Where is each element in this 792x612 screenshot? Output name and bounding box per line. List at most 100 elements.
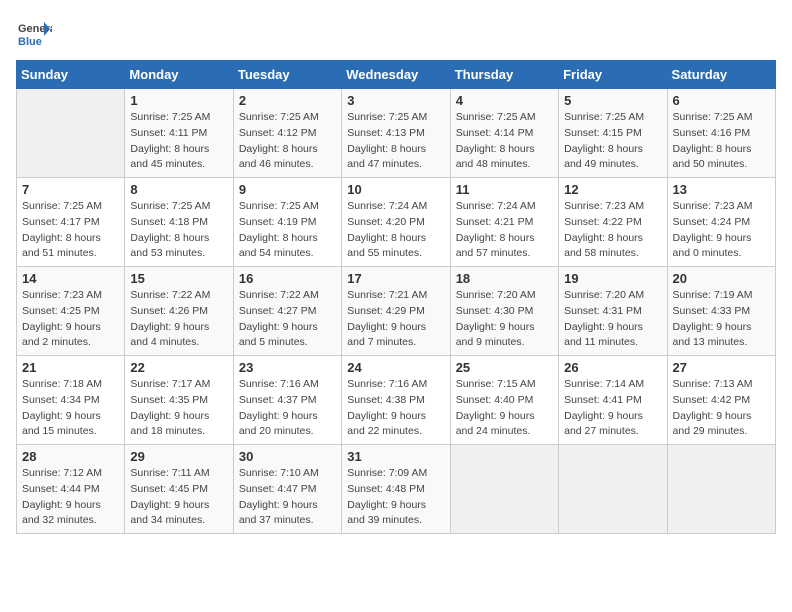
day-info: Sunrise: 7:24 AMSunset: 4:21 PMDaylight:…: [456, 199, 553, 262]
column-header-tuesday: Tuesday: [233, 61, 341, 89]
day-number: 28: [22, 449, 119, 464]
day-info: Sunrise: 7:12 AMSunset: 4:44 PMDaylight:…: [22, 466, 119, 529]
day-info: Sunrise: 7:25 AMSunset: 4:15 PMDaylight:…: [564, 110, 661, 173]
day-info: Sunrise: 7:16 AMSunset: 4:38 PMDaylight:…: [347, 377, 444, 440]
day-number: 19: [564, 271, 661, 286]
day-cell: 26 Sunrise: 7:14 AMSunset: 4:41 PMDayligh…: [559, 356, 667, 445]
day-cell: 15 Sunrise: 7:22 AMSunset: 4:26 PMDayligh…: [125, 267, 233, 356]
day-cell: [667, 445, 775, 534]
day-cell: 14 Sunrise: 7:23 AMSunset: 4:25 PMDayligh…: [17, 267, 125, 356]
day-info: Sunrise: 7:22 AMSunset: 4:27 PMDaylight:…: [239, 288, 336, 351]
day-number: 26: [564, 360, 661, 375]
day-cell: 25 Sunrise: 7:15 AMSunset: 4:40 PMDayligh…: [450, 356, 558, 445]
day-number: 10: [347, 182, 444, 197]
day-number: 7: [22, 182, 119, 197]
week-row-5: 28 Sunrise: 7:12 AMSunset: 4:44 PMDayligh…: [17, 445, 776, 534]
logo: General Blue: [16, 16, 52, 52]
day-info: Sunrise: 7:25 AMSunset: 4:13 PMDaylight:…: [347, 110, 444, 173]
day-number: 21: [22, 360, 119, 375]
day-info: Sunrise: 7:09 AMSunset: 4:48 PMDaylight:…: [347, 466, 444, 529]
column-header-sunday: Sunday: [17, 61, 125, 89]
day-number: 6: [673, 93, 770, 108]
day-cell: 8 Sunrise: 7:25 AMSunset: 4:18 PMDaylight…: [125, 178, 233, 267]
day-cell: 16Sunrise: 7:22 AMSunset: 4:27 PMDayligh…: [233, 267, 341, 356]
day-number: 5: [564, 93, 661, 108]
day-cell: 29 Sunrise: 7:11 AMSunset: 4:45 PMDayligh…: [125, 445, 233, 534]
day-cell: 27 Sunrise: 7:13 AMSunset: 4:42 PMDayligh…: [667, 356, 775, 445]
day-number: 8: [130, 182, 227, 197]
column-header-monday: Monday: [125, 61, 233, 89]
day-info: Sunrise: 7:23 AMSunset: 4:24 PMDaylight:…: [673, 199, 770, 262]
week-row-4: 21 Sunrise: 7:18 AMSunset: 4:34 PMDayligh…: [17, 356, 776, 445]
calendar-table: SundayMondayTuesdayWednesdayThursdayFrid…: [16, 60, 776, 534]
day-number: 14: [22, 271, 119, 286]
day-number: 29: [130, 449, 227, 464]
day-cell: 24 Sunrise: 7:16 AMSunset: 4:38 PMDayligh…: [342, 356, 450, 445]
day-cell: 20 Sunrise: 7:19 AMSunset: 4:33 PMDayligh…: [667, 267, 775, 356]
day-number: 20: [673, 271, 770, 286]
day-cell: 10 Sunrise: 7:24 AMSunset: 4:20 PMDayligh…: [342, 178, 450, 267]
day-number: 3: [347, 93, 444, 108]
day-info: Sunrise: 7:25 AMSunset: 4:11 PMDaylight:…: [130, 110, 227, 173]
day-number: 27: [673, 360, 770, 375]
day-info: Sunrise: 7:25 AMSunset: 4:12 PMDaylight:…: [239, 110, 336, 173]
week-row-1: 1 Sunrise: 7:25 AMSunset: 4:11 PMDaylight…: [17, 89, 776, 178]
svg-text:Blue: Blue: [18, 36, 42, 48]
day-cell: 13 Sunrise: 7:23 AMSunset: 4:24 PMDayligh…: [667, 178, 775, 267]
day-info: Sunrise: 7:20 AMSunset: 4:30 PMDaylight:…: [456, 288, 553, 351]
day-cell: 2Sunrise: 7:25 AMSunset: 4:12 PMDaylight…: [233, 89, 341, 178]
day-number: 23: [239, 360, 336, 375]
day-info: Sunrise: 7:15 AMSunset: 4:40 PMDaylight:…: [456, 377, 553, 440]
day-info: Sunrise: 7:25 AMSunset: 4:18 PMDaylight:…: [130, 199, 227, 262]
day-number: 1: [130, 93, 227, 108]
column-header-wednesday: Wednesday: [342, 61, 450, 89]
day-info: Sunrise: 7:20 AMSunset: 4:31 PMDaylight:…: [564, 288, 661, 351]
day-info: Sunrise: 7:21 AMSunset: 4:29 PMDaylight:…: [347, 288, 444, 351]
column-header-thursday: Thursday: [450, 61, 558, 89]
column-header-friday: Friday: [559, 61, 667, 89]
day-info: Sunrise: 7:25 AMSunset: 4:16 PMDaylight:…: [673, 110, 770, 173]
day-info: Sunrise: 7:24 AMSunset: 4:20 PMDaylight:…: [347, 199, 444, 262]
day-cell: 22 Sunrise: 7:17 AMSunset: 4:35 PMDayligh…: [125, 356, 233, 445]
day-number: 11: [456, 182, 553, 197]
day-info: Sunrise: 7:22 AMSunset: 4:26 PMDaylight:…: [130, 288, 227, 351]
day-info: Sunrise: 7:17 AMSunset: 4:35 PMDaylight:…: [130, 377, 227, 440]
day-cell: 18Sunrise: 7:20 AMSunset: 4:30 PMDayligh…: [450, 267, 558, 356]
week-row-2: 7 Sunrise: 7:25 AMSunset: 4:17 PMDaylight…: [17, 178, 776, 267]
day-info: Sunrise: 7:25 AMSunset: 4:19 PMDaylight:…: [239, 199, 336, 262]
day-cell: [450, 445, 558, 534]
week-row-3: 14 Sunrise: 7:23 AMSunset: 4:25 PMDayligh…: [17, 267, 776, 356]
day-info: Sunrise: 7:25 AMSunset: 4:17 PMDaylight:…: [22, 199, 119, 262]
day-number: 24: [347, 360, 444, 375]
day-number: 9: [239, 182, 336, 197]
day-cell: 1 Sunrise: 7:25 AMSunset: 4:11 PMDaylight…: [125, 89, 233, 178]
day-cell: 12Sunrise: 7:23 AMSunset: 4:22 PMDayligh…: [559, 178, 667, 267]
day-number: 13: [673, 182, 770, 197]
day-cell: 21 Sunrise: 7:18 AMSunset: 4:34 PMDayligh…: [17, 356, 125, 445]
day-number: 22: [130, 360, 227, 375]
day-number: 15: [130, 271, 227, 286]
day-info: Sunrise: 7:16 AMSunset: 4:37 PMDaylight:…: [239, 377, 336, 440]
day-cell: 6 Sunrise: 7:25 AMSunset: 4:16 PMDaylight…: [667, 89, 775, 178]
day-info: Sunrise: 7:10 AMSunset: 4:47 PMDaylight:…: [239, 466, 336, 529]
day-info: Sunrise: 7:18 AMSunset: 4:34 PMDaylight:…: [22, 377, 119, 440]
day-cell: 19 Sunrise: 7:20 AMSunset: 4:31 PMDayligh…: [559, 267, 667, 356]
day-cell: 5 Sunrise: 7:25 AMSunset: 4:15 PMDaylight…: [559, 89, 667, 178]
day-info: Sunrise: 7:11 AMSunset: 4:45 PMDaylight:…: [130, 466, 227, 529]
header-row: SundayMondayTuesdayWednesdayThursdayFrid…: [17, 61, 776, 89]
logo-icon: General Blue: [16, 16, 52, 52]
day-number: 31: [347, 449, 444, 464]
day-info: Sunrise: 7:19 AMSunset: 4:33 PMDaylight:…: [673, 288, 770, 351]
day-info: Sunrise: 7:25 AMSunset: 4:14 PMDaylight:…: [456, 110, 553, 173]
day-info: Sunrise: 7:14 AMSunset: 4:41 PMDaylight:…: [564, 377, 661, 440]
day-cell: 31 Sunrise: 7:09 AMSunset: 4:48 PMDayligh…: [342, 445, 450, 534]
day-info: Sunrise: 7:13 AMSunset: 4:42 PMDaylight:…: [673, 377, 770, 440]
day-info: Sunrise: 7:23 AMSunset: 4:22 PMDaylight:…: [564, 199, 661, 262]
day-cell: 30Sunrise: 7:10 AMSunset: 4:47 PMDayligh…: [233, 445, 341, 534]
page-header: General Blue: [16, 16, 776, 52]
day-cell: 17Sunrise: 7:21 AMSunset: 4:29 PMDayligh…: [342, 267, 450, 356]
day-cell: 7 Sunrise: 7:25 AMSunset: 4:17 PMDaylight…: [17, 178, 125, 267]
day-cell: 9 Sunrise: 7:25 AMSunset: 4:19 PMDaylight…: [233, 178, 341, 267]
day-info: Sunrise: 7:23 AMSunset: 4:25 PMDaylight:…: [22, 288, 119, 351]
day-number: 25: [456, 360, 553, 375]
